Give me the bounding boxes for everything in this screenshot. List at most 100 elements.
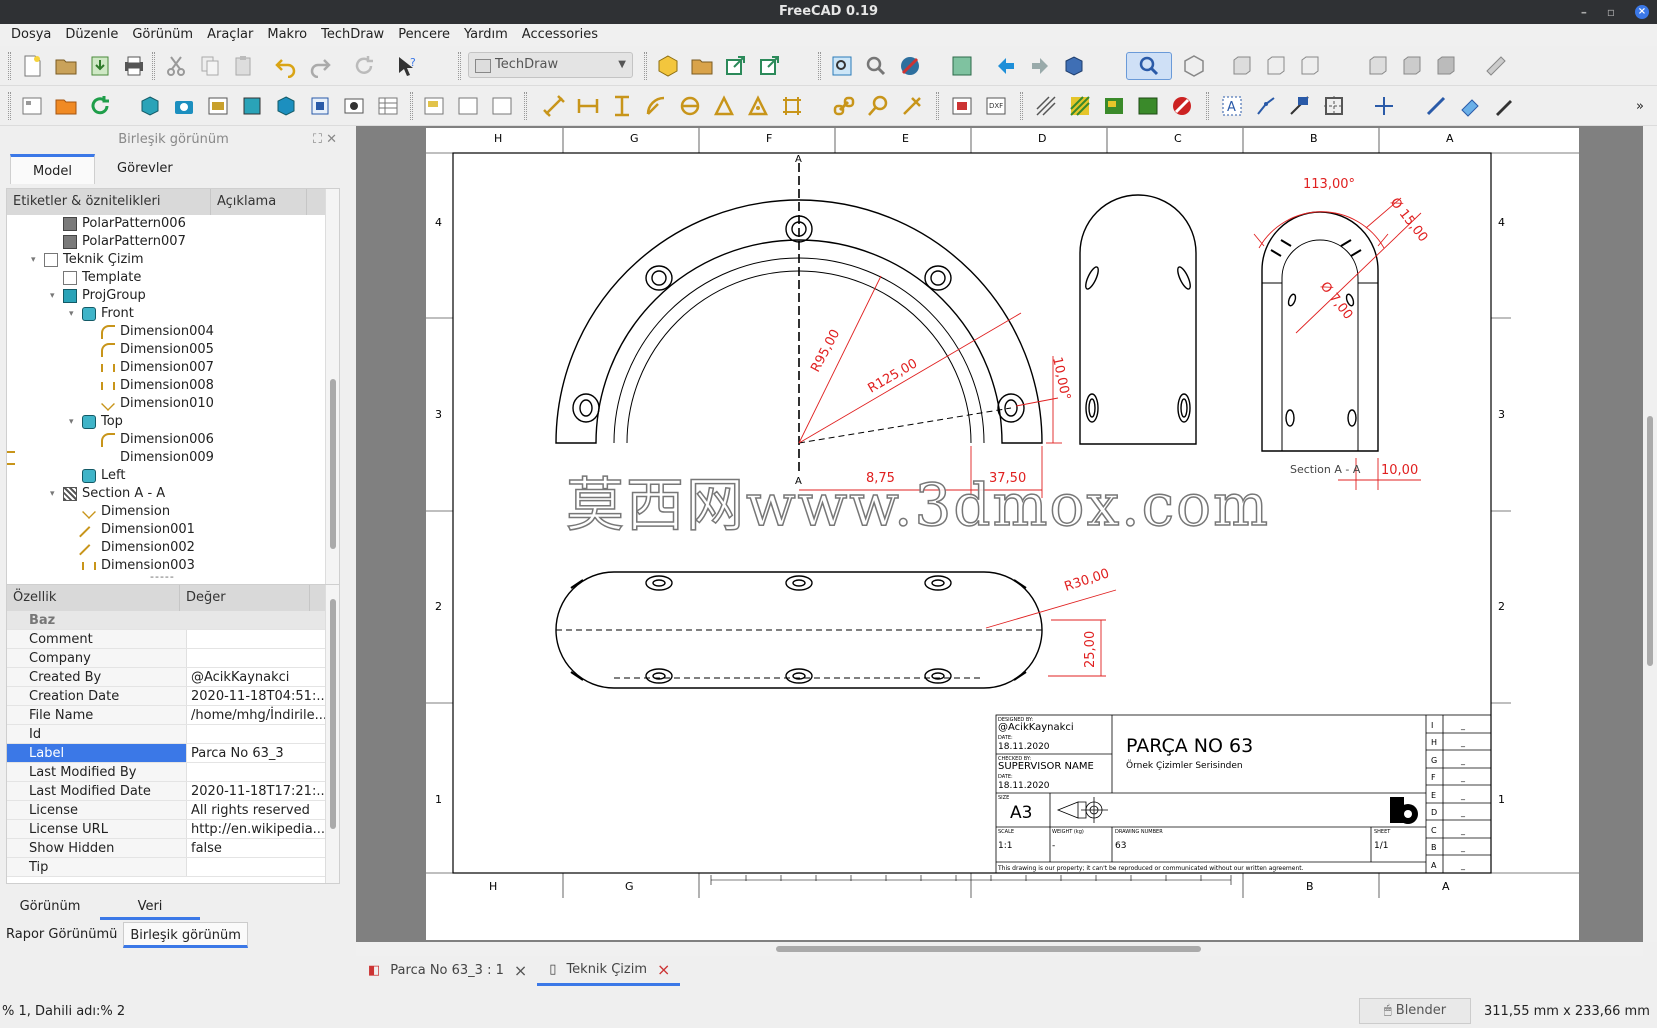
angle-dimension-icon[interactable] <box>710 92 738 120</box>
close-icon[interactable]: × <box>1635 5 1649 19</box>
menu-techdraw[interactable]: TechDraw <box>314 24 391 46</box>
property-value[interactable]: Parca No 63_3 <box>187 744 339 762</box>
export-dxf-icon[interactable]: DXF <box>982 92 1010 120</box>
tree-item[interactable]: Dimension009 <box>7 449 339 467</box>
nav-forward-icon[interactable] <box>1026 52 1054 80</box>
view-right-icon[interactable] <box>1296 52 1324 80</box>
part-cube-icon[interactable] <box>654 52 682 80</box>
insert-symbol-icon[interactable] <box>420 92 448 120</box>
paste-icon[interactable] <box>230 52 258 80</box>
undo-icon[interactable] <box>272 52 300 80</box>
viewport-vertical-scrollbar[interactable] <box>1643 126 1657 942</box>
tree-item[interactable]: Template <box>7 269 339 287</box>
copy-icon[interactable] <box>196 52 224 80</box>
property-value[interactable]: All rights reserved <box>187 801 339 819</box>
insert-view-cube-icon[interactable] <box>272 92 300 120</box>
stop-icon[interactable] <box>1168 92 1196 120</box>
property-value[interactable] <box>187 858 339 876</box>
insert-projection-group-icon[interactable] <box>238 92 266 120</box>
tree-item[interactable]: Dimension005 <box>7 341 339 359</box>
draw-style-icon[interactable] <box>896 52 924 80</box>
maximize-icon[interactable]: ▫ <box>1607 0 1615 24</box>
menu-gorunum[interactable]: Görünüm <box>125 24 200 46</box>
property-value[interactable] <box>187 725 339 743</box>
nav-back-icon[interactable] <box>992 52 1020 80</box>
menu-duzenle[interactable]: Düzenle <box>58 24 125 46</box>
redo-icon[interactable] <box>306 52 334 80</box>
dim-10-00[interactable]: 10,00 <box>1381 463 1418 478</box>
tab-rapor-gorunumu[interactable]: Rapor Görünümü <box>0 922 123 948</box>
cosmetic-eraser-icon[interactable] <box>1456 92 1484 120</box>
insert-section-icon[interactable] <box>306 92 334 120</box>
insert-detail-icon[interactable] <box>204 92 232 120</box>
property-row[interactable]: Creation Date 2020-11-18T04:51:... <box>7 687 339 706</box>
export-multi-icon[interactable] <box>756 52 784 80</box>
save-document-icon[interactable] <box>86 52 114 80</box>
property-value[interactable] <box>187 630 339 648</box>
property-value[interactable]: false <box>187 839 339 857</box>
property-value[interactable]: @AcikKaynakci <box>187 668 339 686</box>
export-page-svg-icon[interactable] <box>454 92 482 120</box>
length-dimension-icon[interactable] <box>540 92 568 120</box>
geom-hatch-icon[interactable] <box>1066 92 1094 120</box>
vertical-dimension-icon[interactable] <box>608 92 636 120</box>
whats-this-icon[interactable]: ? <box>394 52 422 80</box>
diameter-dimension-icon[interactable] <box>676 92 704 120</box>
toggle-frame-icon[interactable] <box>1134 92 1162 120</box>
menu-araclar[interactable]: Araçlar <box>200 24 260 46</box>
cosmetic-vertex-icon[interactable] <box>1370 92 1398 120</box>
tree-item[interactable]: ▾ Top <box>7 413 339 431</box>
view-bottom-icon[interactable] <box>1398 52 1426 80</box>
active-view-icon[interactable] <box>170 92 198 120</box>
tree-item[interactable]: Dimension004 <box>7 323 339 341</box>
tab-veri[interactable]: Veri <box>100 894 200 920</box>
tree-item[interactable]: Dimension007 <box>7 359 339 377</box>
tree-item[interactable]: ▾ ProjGroup <box>7 287 339 305</box>
tab-gorunum[interactable]: Görünüm <box>0 894 100 920</box>
expand-arrow-icon[interactable]: ▾ <box>69 305 74 323</box>
insert-default-page-icon[interactable] <box>18 92 46 120</box>
navigation-style-button[interactable]: 🖱 Blender <box>1359 998 1471 1024</box>
property-value[interactable]: 2020-11-18T17:21:... <box>187 782 339 800</box>
tab-birlesik-gorunum[interactable]: Birleşik görünüm <box>123 922 248 948</box>
close-icon[interactable]: × <box>514 957 527 985</box>
dim-113-deg[interactable]: 113,00° <box>1303 177 1355 192</box>
expand-arrow-icon[interactable]: ▾ <box>31 251 36 269</box>
workbench-selector[interactable]: TechDraw ▼ <box>468 52 633 78</box>
tree-item[interactable]: Dimension <box>7 503 339 521</box>
tree-item[interactable]: PolarPattern007 <box>7 233 339 251</box>
std-part-icon[interactable] <box>1060 52 1088 80</box>
drawing-viewport[interactable]: H G F E D C B A H G B A 4 3 2 1 4 3 2 1 <box>356 126 1657 942</box>
tab-model[interactable]: Model <box>10 154 96 184</box>
property-row[interactable]: Last Modified By <box>7 763 339 782</box>
tree-item[interactable]: Left <box>7 467 339 485</box>
close-icon[interactable]: × <box>657 956 670 984</box>
rich-text-icon[interactable] <box>1286 92 1314 120</box>
insert-template-page-icon[interactable] <box>52 92 80 120</box>
expand-arrow-icon[interactable]: ▾ <box>69 413 74 431</box>
menu-yardim[interactable]: Yardım <box>457 24 515 46</box>
expand-arrow-icon[interactable]: ▾ <box>50 287 55 305</box>
expand-arrow-icon[interactable]: ▾ <box>50 485 55 503</box>
angle3pt-dimension-icon[interactable] <box>744 92 772 120</box>
property-value[interactable]: 2020-11-18T04:51:... <box>187 687 339 705</box>
extent-dimension-icon[interactable] <box>778 92 806 120</box>
bounding-box-icon[interactable] <box>948 52 976 80</box>
property-value[interactable]: http://en.wikipedia.... <box>187 820 339 838</box>
zoom-icon[interactable] <box>862 52 890 80</box>
tree-item[interactable]: ▾ Section A - A <box>7 485 339 503</box>
print-icon[interactable] <box>120 52 148 80</box>
tree-item[interactable]: Dimension002 <box>7 539 339 564</box>
insert-spreadsheet-icon[interactable] <box>374 92 402 120</box>
property-value[interactable]: /home/mhg/İndirile... <box>187 706 339 724</box>
cosmetic-line-icon[interactable] <box>1422 92 1450 120</box>
doctab-parca[interactable]: ◧ Parca No 63_3 : 1 × <box>356 956 537 986</box>
annotation-icon[interactable]: A <box>1218 92 1246 120</box>
cut-icon[interactable] <box>162 52 190 80</box>
dim-r30[interactable]: R30,00 <box>1063 566 1112 595</box>
property-row[interactable]: Company <box>7 649 339 668</box>
hatch-icon[interactable] <box>1032 92 1060 120</box>
toolbar-overflow-icon[interactable]: » <box>1630 92 1650 120</box>
tree-item[interactable]: Dimension006 <box>7 431 339 449</box>
tree-item[interactable]: PolarPattern006 <box>7 215 339 233</box>
